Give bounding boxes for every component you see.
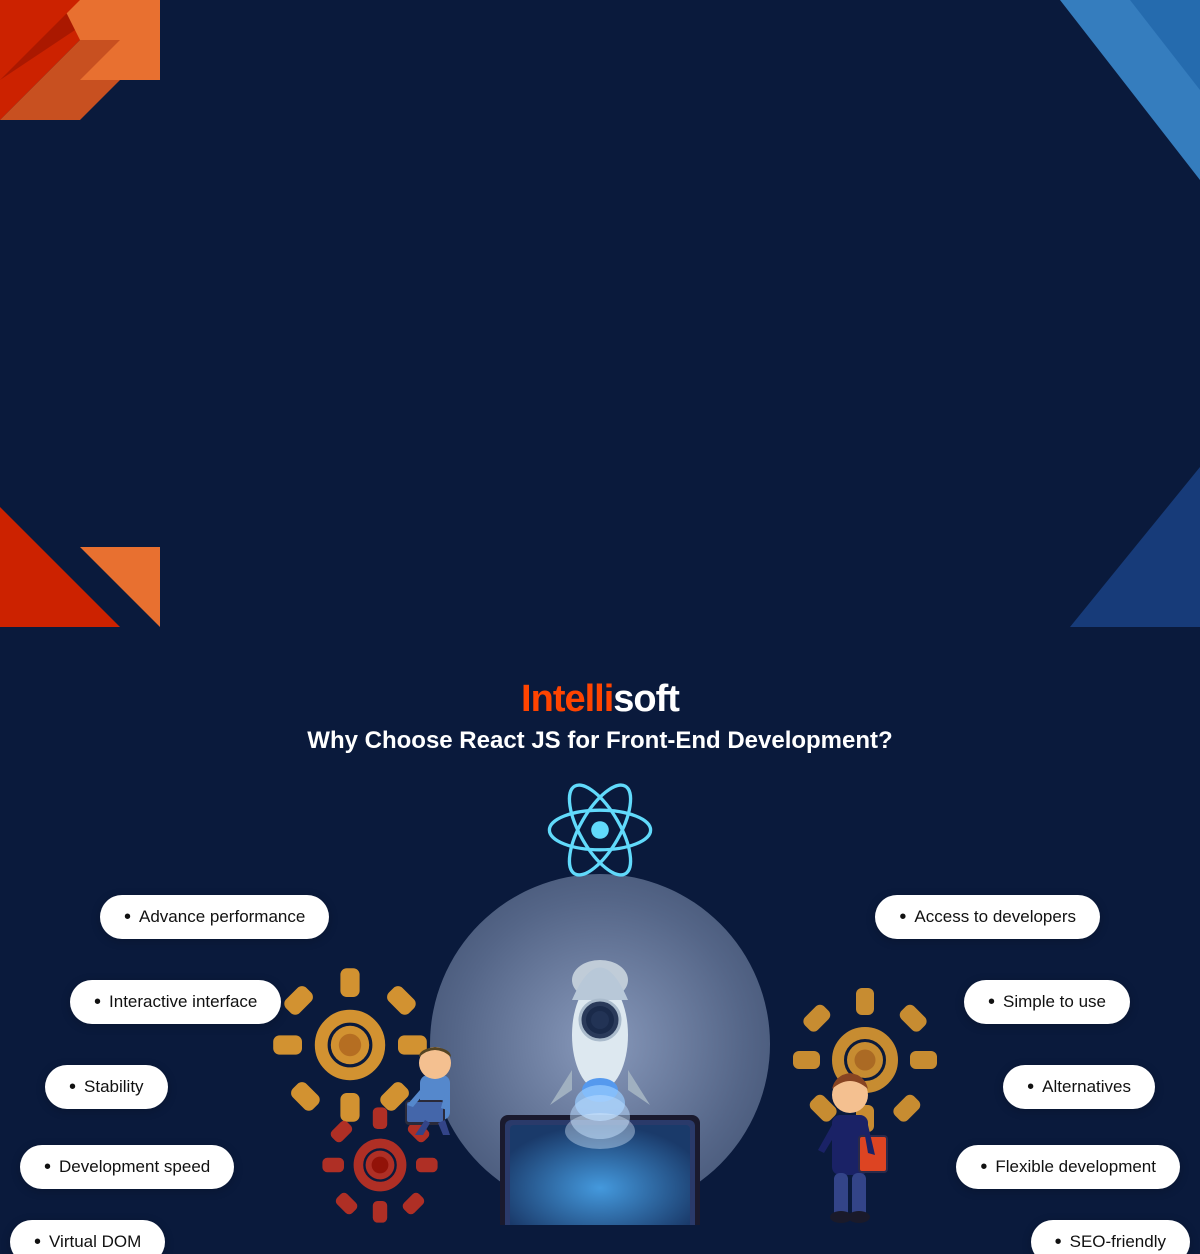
- pill-stability: Stability: [45, 1065, 168, 1109]
- logo-soft: soft: [613, 678, 679, 720]
- corner-decoration-bottom-left: [0, 160, 160, 320]
- corner-decoration-top-left: [0, 0, 160, 160]
- person-standing: [810, 1065, 890, 1230]
- pill-advance-performance: Advance performance: [100, 895, 329, 939]
- pill-access-to-developers: Access to developers: [875, 895, 1100, 939]
- center-illustration: [450, 835, 750, 1225]
- pill-seo-friendly: SEO-friendly: [1031, 1220, 1190, 1254]
- page-subtitle: Why Choose React JS for Front-End Develo…: [0, 727, 1200, 755]
- react-logo: [545, 780, 655, 880]
- pill-virtual-dom: Virtual DOM: [10, 1220, 165, 1254]
- header: Intellisoft Why Choose React JS for Fron…: [0, 660, 1200, 755]
- pill-alternatives: Alternatives: [1003, 1065, 1155, 1109]
- pill-simple-to-use: Simple to use: [964, 980, 1130, 1024]
- main-content: Advance performance Interactive interfac…: [0, 765, 1200, 1254]
- logo: Intellisoft: [0, 678, 1200, 721]
- person-sitting: [395, 1035, 475, 1150]
- pill-interactive-interface: Interactive interface: [70, 980, 281, 1024]
- pill-flexible-development: Flexible development: [956, 1145, 1180, 1189]
- pill-development-speed: Development speed: [20, 1145, 234, 1189]
- logo-intelli: Intelli: [521, 678, 613, 720]
